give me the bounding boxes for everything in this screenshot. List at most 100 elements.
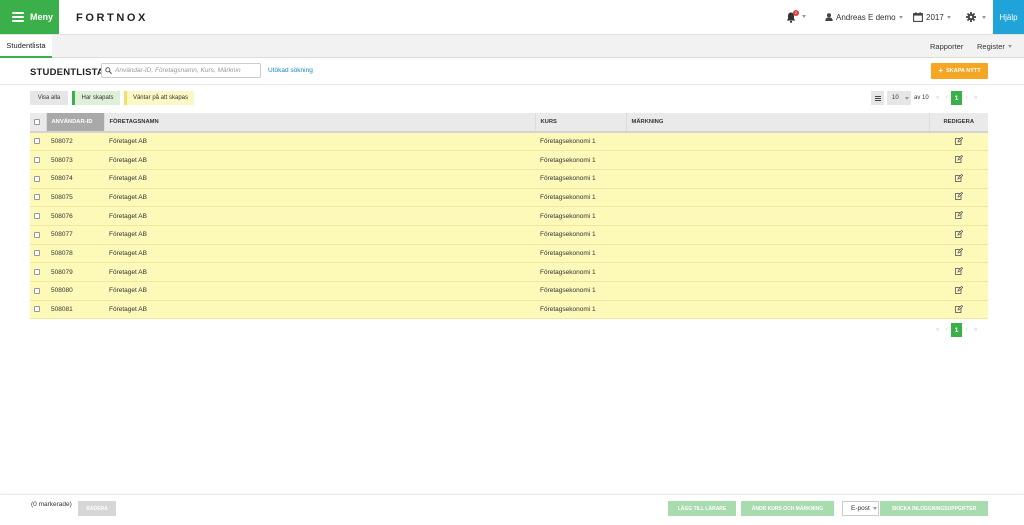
edit-icon[interactable] bbox=[954, 267, 963, 276]
table-row[interactable]: 508078 Företaget AB Företagsekonomi 1 bbox=[30, 244, 988, 264]
title-row: STUDENTLISTA Utökad sökning bbox=[0, 58, 1024, 85]
table-row[interactable]: 508080 Företaget AB Företagsekonomi 1 bbox=[30, 281, 988, 301]
column-header-user-id[interactable]: ANVÄNDAR-ID bbox=[46, 113, 105, 133]
search-icon bbox=[102, 67, 115, 74]
edit-icon[interactable] bbox=[954, 248, 963, 257]
row-checkbox[interactable] bbox=[34, 138, 40, 145]
chevron-down-icon bbox=[982, 15, 986, 19]
row-checkbox[interactable] bbox=[34, 231, 40, 238]
year-selector[interactable]: 2017 bbox=[913, 0, 951, 34]
cell-marking bbox=[626, 150, 929, 170]
row-checkbox[interactable] bbox=[34, 212, 40, 219]
column-header-company[interactable]: FÖRETAGSNAMN bbox=[104, 113, 536, 133]
list-view-button[interactable] bbox=[871, 91, 884, 105]
tab-studentlista[interactable]: Studentlista bbox=[0, 35, 52, 58]
nav-item-rapporter[interactable]: Rapporter bbox=[930, 35, 963, 58]
pagination-bottom: « ‹ 1 › » bbox=[933, 323, 980, 337]
row-checkbox[interactable] bbox=[34, 175, 40, 182]
last-page-button[interactable]: » bbox=[971, 95, 980, 101]
advanced-search-link[interactable]: Utökad sökning bbox=[268, 67, 313, 74]
table-row[interactable]: 508074 Företaget AB Företagsekonomi 1 bbox=[30, 169, 988, 189]
cell-company: Företaget AB bbox=[104, 206, 535, 226]
cell-company: Företaget AB bbox=[104, 169, 535, 189]
cell-course: Företagsekonomi 1 bbox=[535, 206, 626, 226]
page-count: av 10 bbox=[914, 95, 929, 101]
table-row[interactable]: 508073 Företaget AB Företagsekonomi 1 bbox=[30, 150, 988, 170]
delete-button[interactable]: RADERA bbox=[78, 501, 116, 516]
prev-page-button[interactable]: ‹ bbox=[942, 327, 951, 333]
cell-company: Företaget AB bbox=[104, 150, 535, 170]
first-page-button[interactable]: « bbox=[933, 95, 942, 101]
filter-show-all[interactable]: Visa alla bbox=[30, 91, 68, 105]
cell-user-id: 508079 bbox=[46, 262, 104, 282]
row-select-cell bbox=[30, 225, 46, 245]
page-button-current[interactable]: 1 bbox=[951, 323, 962, 337]
logo-text: FORTNOX bbox=[76, 12, 148, 23]
change-course-button[interactable]: ÄNDR KURS OCH MÄRKNING bbox=[741, 501, 834, 516]
list-icon bbox=[874, 95, 881, 101]
edit-icon[interactable] bbox=[954, 136, 963, 145]
last-page-button[interactable]: » bbox=[971, 327, 980, 333]
cell-company: Företaget AB bbox=[104, 188, 535, 208]
edit-icon[interactable] bbox=[954, 173, 963, 182]
filter-pending[interactable]: Väntar på att skapas bbox=[124, 91, 194, 105]
edit-icon[interactable] bbox=[954, 154, 963, 163]
chevron-down-icon bbox=[898, 15, 903, 19]
chevron-down-icon bbox=[946, 15, 951, 19]
table-row[interactable]: 508076 Företaget AB Företagsekonomi 1 bbox=[30, 206, 988, 226]
cell-course: Företagsekonomi 1 bbox=[535, 169, 626, 189]
next-page-button[interactable]: › bbox=[962, 95, 971, 101]
page-button-current[interactable]: 1 bbox=[951, 91, 962, 105]
row-checkbox[interactable] bbox=[34, 268, 40, 275]
row-checkbox[interactable] bbox=[34, 287, 40, 294]
prev-page-button[interactable]: ‹ bbox=[942, 95, 951, 101]
edit-icon[interactable] bbox=[954, 192, 963, 201]
table-row[interactable]: 508072 Företaget AB Företagsekonomi 1 bbox=[30, 132, 988, 152]
cell-company: Företaget AB bbox=[104, 225, 535, 245]
row-checkbox[interactable] bbox=[34, 306, 40, 313]
edit-icon[interactable] bbox=[954, 304, 963, 313]
row-select-cell bbox=[30, 188, 46, 208]
edit-icon[interactable] bbox=[954, 211, 963, 219]
chevron-down-icon bbox=[872, 507, 877, 510]
pagination-top: « ‹ 1 › » bbox=[933, 91, 980, 105]
column-header-course[interactable]: KURS bbox=[535, 113, 627, 133]
nav-item-register[interactable]: Register bbox=[977, 35, 1012, 58]
row-checkbox[interactable] bbox=[34, 250, 40, 257]
send-login-button[interactable]: SKICKA INLOGGNINGSUPPGIFTER bbox=[880, 501, 988, 516]
select-all-checkbox[interactable] bbox=[34, 118, 40, 125]
top-bar: Meny FORTNOX 2 Andreas E demo 2017 Hjälp bbox=[0, 0, 1024, 34]
table-row[interactable]: 508079 Företaget AB Företagsekonomi 1 bbox=[30, 262, 988, 282]
row-checkbox[interactable] bbox=[34, 156, 40, 163]
cell-company: Företaget AB bbox=[104, 300, 535, 320]
create-new-button[interactable]: + SKAPA NYTT bbox=[931, 63, 988, 79]
table-row[interactable]: 508077 Företaget AB Företagsekonomi 1 bbox=[30, 225, 988, 245]
fortnox-logo[interactable]: FORTNOX bbox=[76, 11, 164, 23]
add-teacher-button[interactable]: LÄGG TILL LÄRARE bbox=[668, 501, 736, 516]
selected-count: (0 markerade) bbox=[31, 501, 72, 508]
help-button[interactable]: Hjälp bbox=[993, 0, 1024, 34]
per-page-select[interactable]: 10 bbox=[887, 91, 911, 105]
cell-course: Företagsekonomi 1 bbox=[535, 225, 626, 245]
settings-button[interactable] bbox=[966, 0, 986, 34]
filter-created[interactable]: Har skapats bbox=[72, 91, 120, 105]
table-row[interactable]: 508075 Företaget AB Företagsekonomi 1 bbox=[30, 188, 988, 208]
next-page-button[interactable]: › bbox=[962, 327, 971, 333]
search-input[interactable] bbox=[115, 67, 260, 74]
edit-cell bbox=[929, 300, 988, 320]
row-checkbox[interactable] bbox=[34, 194, 40, 201]
notifications-button[interactable]: 2 bbox=[786, 10, 808, 24]
edit-icon[interactable] bbox=[954, 229, 963, 238]
cell-user-id: 508076 bbox=[46, 206, 104, 226]
first-page-button[interactable]: « bbox=[933, 327, 942, 333]
cell-company: Företaget AB bbox=[104, 262, 535, 282]
user-menu[interactable]: Andreas E demo bbox=[825, 0, 903, 34]
table-row[interactable]: 508081 Företaget AB Företagsekonomi 1 bbox=[30, 300, 988, 320]
send-method-select[interactable]: E-post bbox=[842, 501, 879, 516]
edit-icon[interactable] bbox=[954, 285, 963, 294]
menu-button[interactable]: Meny bbox=[0, 0, 59, 34]
cell-user-id: 508081 bbox=[46, 300, 104, 320]
column-header-marking[interactable]: MÄRKNING bbox=[626, 113, 930, 133]
row-select-cell bbox=[30, 132, 46, 152]
edit-cell bbox=[929, 281, 988, 301]
